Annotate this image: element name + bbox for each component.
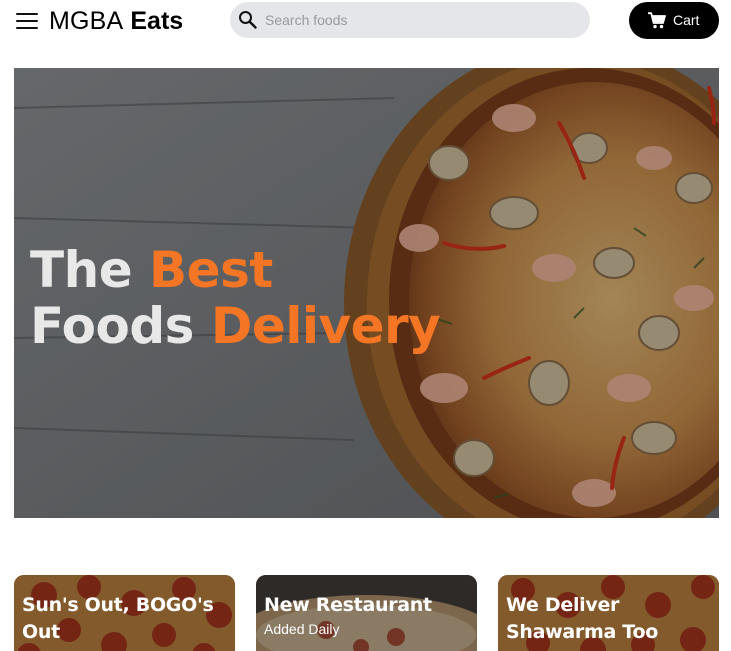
promo-card-new-restaurant[interactable]: New Restaurant Added Daily bbox=[256, 575, 477, 651]
promo-card-shawarma[interactable]: We Deliver Shawarma Too bbox=[498, 575, 719, 651]
promo-card-title: We Deliver Shawarma Too bbox=[506, 594, 658, 643]
promo-card-subtitle: Added Daily bbox=[264, 621, 340, 637]
brand-name-light: MGBA bbox=[49, 7, 124, 35]
hero-word-foods: Foods bbox=[30, 297, 194, 355]
hero-headline: The Best Foods Delivery bbox=[30, 241, 441, 355]
hero-word-delivery: Delivery bbox=[210, 297, 441, 355]
top-header: MGBA Eats Cart bbox=[0, 0, 731, 44]
cart-icon bbox=[648, 12, 666, 29]
hero-word-best: Best bbox=[149, 241, 273, 299]
search-icon bbox=[239, 11, 257, 29]
hero-banner: The Best Foods Delivery bbox=[14, 68, 719, 518]
search-bar[interactable] bbox=[230, 2, 590, 38]
promo-card-bogo[interactable]: Sun's Out, BOGO's Out bbox=[14, 575, 235, 651]
promo-card-title: New Restaurant bbox=[264, 594, 432, 616]
search-input[interactable] bbox=[265, 2, 580, 38]
brand-name-bold: Eats bbox=[130, 7, 184, 35]
cart-label: Cart bbox=[673, 12, 700, 28]
hero-word-the: The bbox=[30, 241, 133, 299]
brand-logo[interactable]: MGBA Eats bbox=[49, 5, 183, 37]
promo-card-title: Sun's Out, BOGO's Out bbox=[22, 594, 214, 643]
cart-button[interactable]: Cart bbox=[629, 2, 719, 39]
menu-icon[interactable] bbox=[15, 10, 40, 32]
